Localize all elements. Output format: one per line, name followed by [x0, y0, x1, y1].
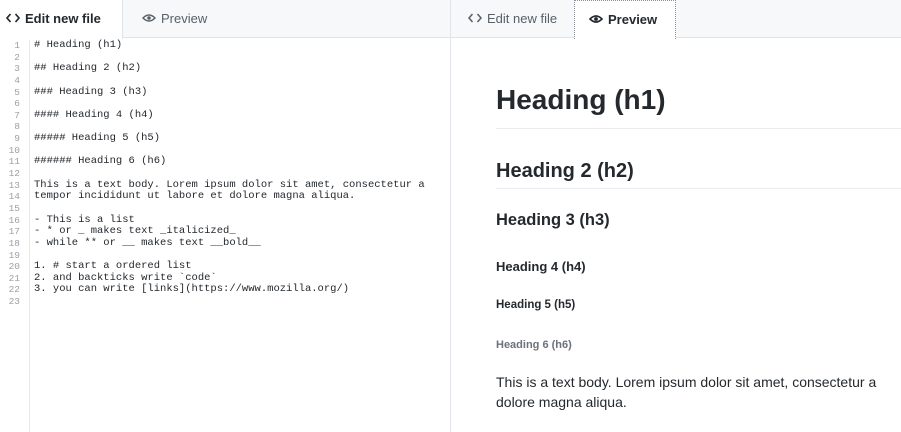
line-number: 18: [8, 237, 20, 249]
line-text: ##### Heading 5 (h5): [34, 132, 161, 145]
line-number: 11: [8, 156, 20, 168]
preview-heading-5: Heading 5 (h5): [496, 299, 576, 311]
line-text: ## Heading 2 (h2): [34, 62, 142, 75]
line-number: 3: [14, 63, 20, 75]
line-text: ###### Heading 6 (h6): [34, 155, 167, 168]
line-number: 10: [8, 144, 20, 156]
line-number: 16: [8, 214, 20, 226]
code-line[interactable]: 1 # Heading (h1): [0, 39, 450, 52]
line-number: 21: [8, 272, 20, 284]
line-number: 8: [14, 121, 20, 133]
preview-heading-1: Heading (h1): [496, 84, 666, 115]
line-number: 14: [8, 191, 20, 203]
paragraph-line-2: dolore magna aliqua.: [496, 394, 627, 410]
code-line[interactable]: 7 #### Heading 4 (h4): [0, 108, 450, 122]
tab-edit-new-file[interactable]: Edit new file: [0, 0, 123, 39]
h1-divider: [496, 128, 901, 129]
line-number: 13: [8, 179, 20, 191]
preview-heading-6: Heading 6 (h6): [496, 339, 572, 351]
line-number: 15: [8, 202, 20, 214]
code-line[interactable]: 23: [0, 296, 450, 308]
eye-icon: [588, 1, 604, 38]
line-number: 6: [14, 98, 20, 110]
eye-icon: [142, 0, 156, 37]
line-number: 17: [8, 226, 20, 238]
line-text: - while ** or __ makes text __bold__: [34, 236, 261, 249]
code-line[interactable]: 5 ### Heading 3 (h3): [0, 85, 450, 99]
line-text: #### Heading 4 (h4): [34, 108, 154, 121]
tab-label: Edit new file: [487, 11, 558, 26]
line-number: 23: [8, 296, 20, 308]
tab-label: Edit new file: [25, 11, 101, 26]
line-number: 22: [8, 284, 20, 296]
code-icon: [468, 0, 482, 37]
h2-divider: [496, 188, 901, 189]
editor-tab-bar: Edit new file Preview: [0, 0, 450, 39]
code-editor[interactable]: 1 # Heading (h1) 2 3 ## Heading 2 (h2) 4 5 ### …: [0, 39, 450, 308]
preview-heading-2: Heading 2 (h2): [496, 160, 634, 182]
code-line[interactable]: 3 ## Heading 2 (h2): [0, 62, 450, 75]
line-number: 19: [8, 249, 20, 261]
line-number: 20: [8, 261, 20, 273]
line-number: 12: [8, 168, 20, 180]
code-line[interactable]: 14 tempor incididunt ut labore et dolore …: [0, 190, 450, 203]
line-number: 7: [14, 109, 20, 121]
line-number: 2: [14, 51, 20, 63]
code-line[interactable]: 15: [0, 202, 450, 215]
preview-paragraph: This is a text body. Lorem ipsum dolor s…: [496, 372, 901, 412]
preview-heading-3: Heading 3 (h3): [496, 211, 610, 229]
line-number: 4: [14, 74, 20, 86]
tab-preview[interactable]: Preview: [574, 0, 676, 39]
preview-heading-4: Heading 4 (h4): [496, 259, 586, 274]
editor-pane: Edit new file Preview 1 # Heading (h1) 2 3 #…: [0, 0, 451, 432]
tab-label: Preview: [608, 12, 658, 27]
tab-preview[interactable]: Preview: [142, 0, 207, 38]
tab-label: Preview: [161, 11, 208, 26]
code-line[interactable]: 11 ###### Heading 6 (h6): [0, 155, 450, 168]
paragraph-line-1: This is a text body. Lorem ipsum dolor s…: [496, 374, 877, 390]
preview-pane: Edit new file Preview Heading (h1) Headi…: [451, 0, 901, 432]
line-text: ### Heading 3 (h3): [34, 85, 148, 98]
code-line[interactable]: 18 - while ** or __ makes text __bold__: [0, 236, 450, 250]
line-text: 3. you can write [links](https://www.moz…: [34, 283, 350, 296]
code-line[interactable]: 22 3. you can write [links](https://www.m…: [0, 283, 450, 296]
line-text: # Heading (h1): [34, 39, 123, 51]
code-line[interactable]: 12: [0, 168, 450, 180]
preview-tab-bar: Edit new file Preview: [451, 0, 901, 39]
code-line[interactable]: 4: [0, 74, 450, 87]
line-number: 9: [14, 133, 20, 145]
code-line[interactable]: 9 ##### Heading 5 (h5): [0, 132, 450, 145]
line-number: 5: [14, 86, 20, 98]
line-number: 1: [14, 40, 20, 51]
code-icon: [5, 0, 21, 37]
tab-edit-new-file[interactable]: Edit new file: [468, 0, 557, 38]
line-text: tempor incididunt ut labore et dolore ma…: [34, 190, 356, 203]
